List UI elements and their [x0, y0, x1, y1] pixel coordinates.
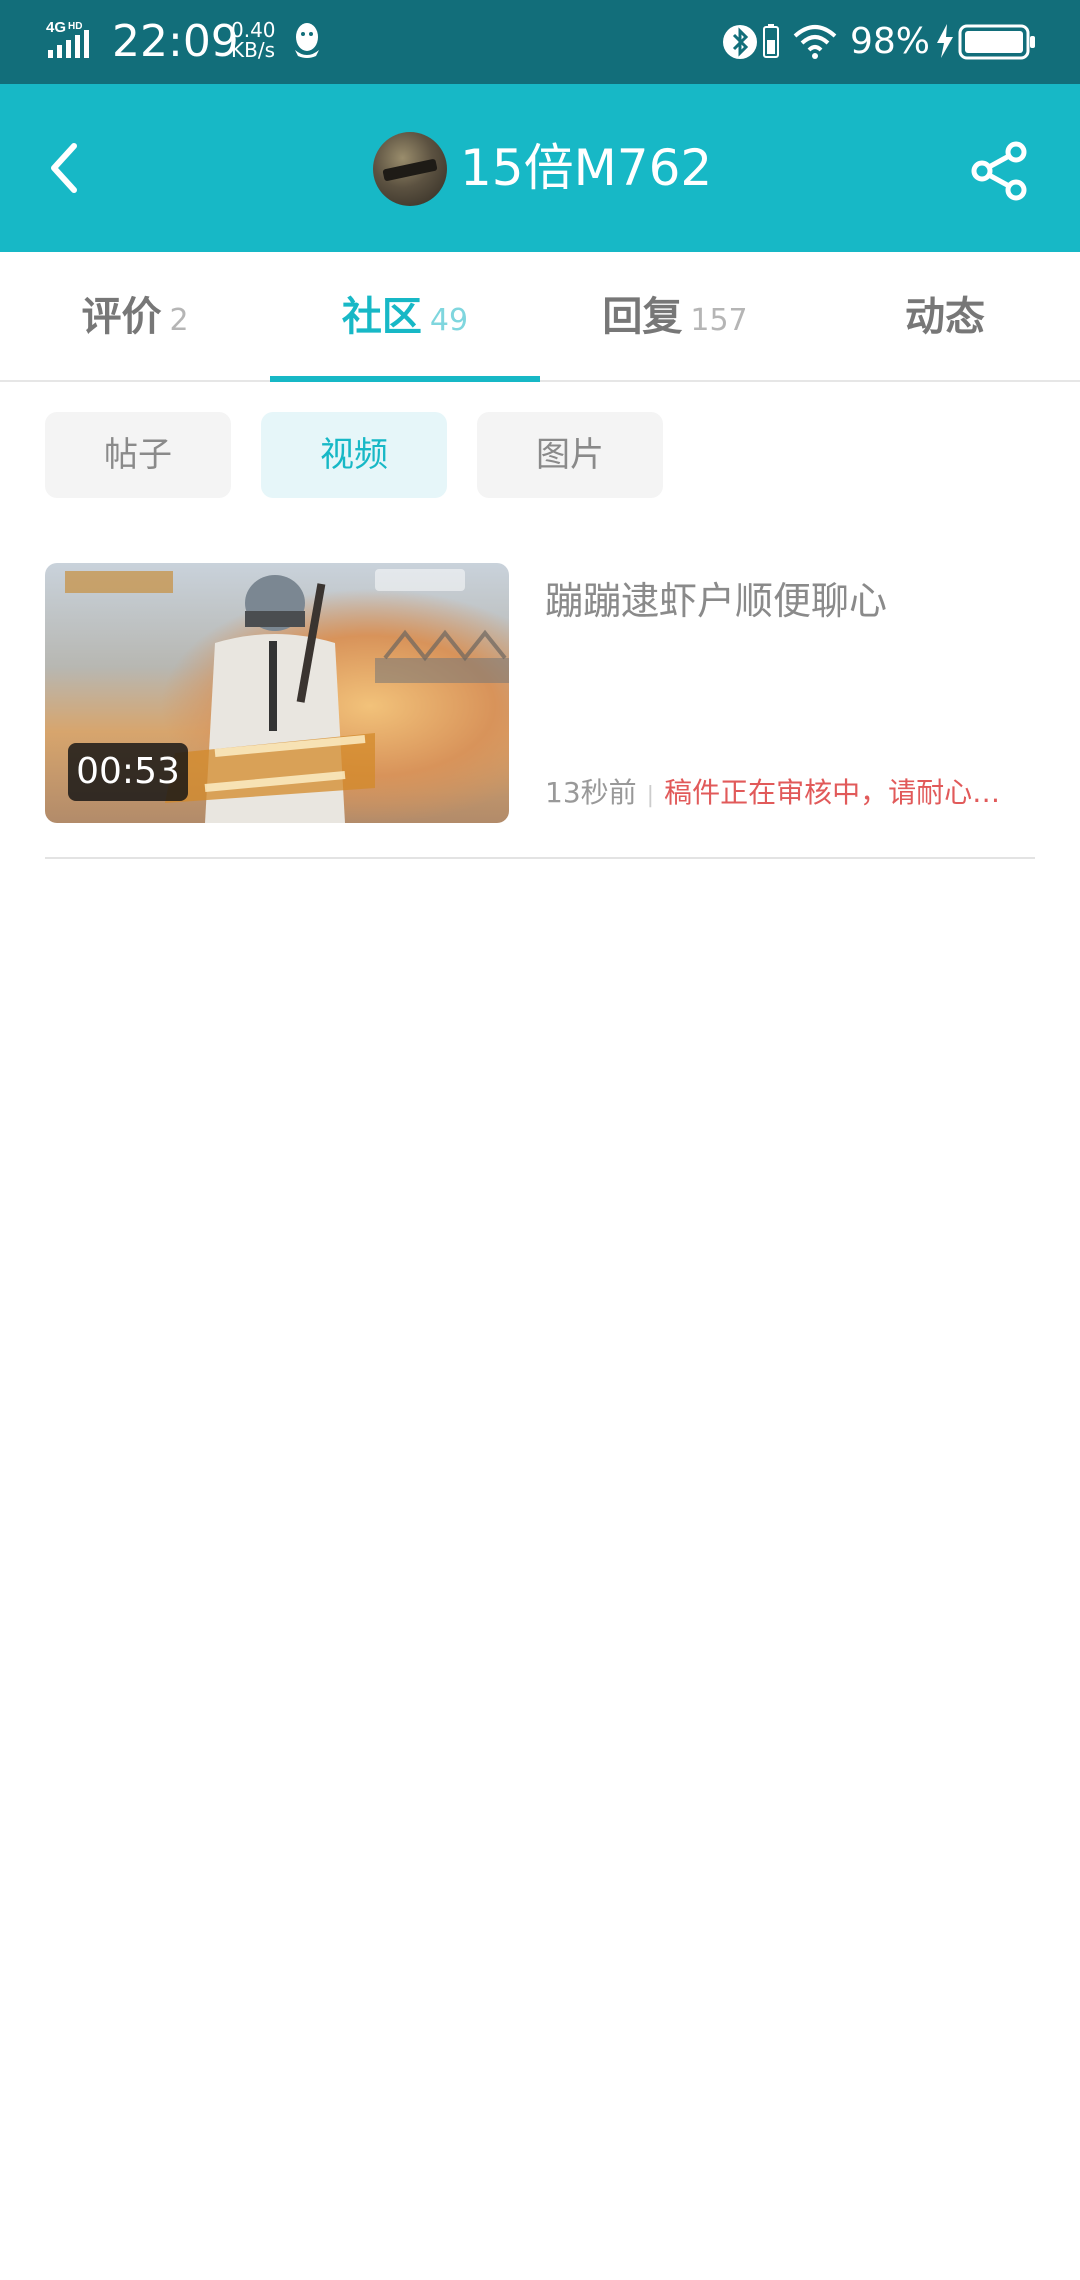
page-title: 15倍M762: [460, 139, 713, 197]
speed-unit: KB/s: [231, 38, 275, 62]
tab-count: 157: [690, 303, 748, 338]
tab-replies[interactable]: 回复 157: [540, 252, 810, 382]
tab-label: 回复: [602, 294, 683, 340]
meta-divider: |: [646, 783, 655, 808]
tab-indicator: [270, 376, 540, 382]
filter-posts[interactable]: 帖子: [45, 412, 231, 498]
tab-label: 动态: [905, 294, 985, 340]
post-time: 13秒前: [545, 776, 637, 809]
battery-icon: [958, 24, 1035, 60]
status-bar: 4G HD 22:09 0.40 KB/s 98%: [0, 0, 1080, 84]
video-thumbnail[interactable]: 00:53: [45, 563, 509, 823]
review-status: 稿件正在审核中，请耐心…: [664, 776, 1001, 809]
tab-bar: 评价 2 社区 49 回复 157 动态: [0, 252, 1080, 382]
battery-small-icon: [763, 24, 779, 58]
video-duration: 00:53: [68, 743, 188, 801]
svg-text:HD: HD: [68, 21, 82, 32]
signal-icon: 4G HD: [46, 19, 89, 58]
wifi-icon: [793, 25, 837, 59]
avatar[interactable]: [373, 132, 447, 206]
filter-videos[interactable]: 视频: [261, 412, 447, 498]
share-icon[interactable]: [968, 140, 1030, 202]
tab-community[interactable]: 社区 49: [270, 252, 540, 382]
tab-count: 49: [429, 303, 469, 338]
speed-value: 0.40: [231, 18, 276, 42]
tab-label: 社区: [341, 294, 422, 340]
network-speed: 0.40 KB/s: [231, 20, 276, 60]
tab-activity[interactable]: 动态: [810, 252, 1080, 382]
battery-percent: 98%: [850, 21, 931, 62]
tab-count: 2: [169, 303, 189, 338]
filter-chips: 帖子 视频 图片: [0, 412, 1080, 498]
bluetooth-icon: [723, 25, 757, 59]
qq-icon: [295, 23, 319, 58]
clock: 22:09: [112, 16, 239, 67]
tab-reviews[interactable]: 评价 2: [0, 252, 270, 382]
charging-icon: [937, 24, 953, 58]
app-header: 15倍M762: [0, 84, 1080, 252]
back-arrow-icon[interactable]: [44, 138, 84, 198]
svg-text:4G: 4G: [46, 19, 66, 36]
tab-label: 评价: [81, 294, 162, 340]
video-title[interactable]: 蹦蹦逮虾户顺便聊心: [545, 573, 887, 629]
filter-images[interactable]: 图片: [477, 412, 663, 498]
list-item[interactable]: 00:53 蹦蹦逮虾户顺便聊心 13秒前 | 稿件正在审核中，请耐心…: [45, 563, 1035, 859]
video-meta: 13秒前 | 稿件正在审核中，请耐心…: [545, 773, 1000, 816]
